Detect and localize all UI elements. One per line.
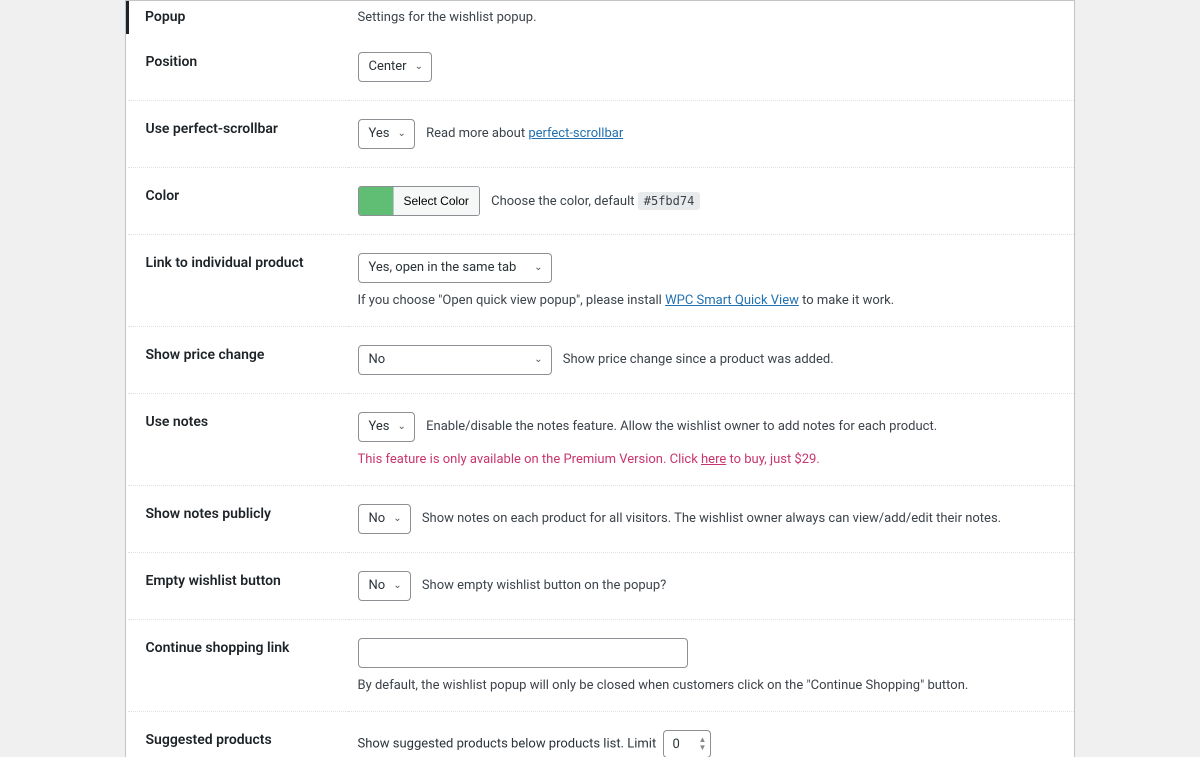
select-link-product[interactable]: Yes, open in the same tab ⌄	[358, 253, 552, 283]
link-premium-here[interactable]: here	[701, 452, 726, 467]
desc-use-notes: Enable/disable the notes feature. Allow …	[426, 419, 937, 434]
desc-continue-link: By default, the wishlist popup will only…	[358, 678, 1055, 693]
select-price-change-value: No	[369, 351, 386, 369]
desc-link-product: If you choose "Open quick view popup", p…	[358, 293, 1055, 308]
section-description: Settings for the wishlist popup.	[348, 1, 1075, 34]
select-empty-button[interactable]: No ⌄	[358, 571, 411, 601]
desc-color: Choose the color, default #5fbd74	[491, 194, 700, 209]
label-empty-button: Empty wishlist button	[128, 553, 348, 620]
suggested-limit-value: 0	[672, 737, 690, 752]
row-empty-button: Empty wishlist button No ⌄ Show empty wi…	[128, 553, 1075, 620]
section-title: Popup	[128, 1, 348, 34]
row-link-product: Link to individual product Yes, open in …	[128, 235, 1075, 327]
row-color: Color Select Color Choose the color, def…	[128, 168, 1075, 235]
select-link-product-value: Yes, open in the same tab	[369, 259, 517, 277]
row-suggested: Suggested products Show suggested produc…	[128, 712, 1075, 757]
label-position: Position	[128, 34, 348, 101]
desc-suggested: Show suggested products below products l…	[358, 737, 657, 752]
number-stepper-icon[interactable]: ▲▼	[698, 736, 706, 752]
desc-notes-public: Show notes on each product for all visit…	[422, 511, 1001, 526]
label-color: Color	[128, 168, 348, 235]
label-price-change: Show price change	[128, 327, 348, 394]
row-position: Position Center ⌄	[128, 34, 1075, 101]
label-continue-link: Continue shopping link	[128, 620, 348, 712]
color-swatch	[359, 187, 393, 215]
label-use-notes: Use notes	[128, 394, 348, 486]
section-heading: Popup Settings for the wishlist popup.	[128, 1, 1075, 34]
select-color-button[interactable]: Select Color	[393, 187, 479, 215]
row-price-change: Show price change No ⌄ Show price change…	[128, 327, 1075, 394]
row-use-notes: Use notes Yes ⌄ Enable/disable the notes…	[128, 394, 1075, 486]
chevron-down-icon: ⌄	[398, 420, 406, 434]
row-continue-link: Continue shopping link By default, the w…	[128, 620, 1075, 712]
link-perfect-scrollbar[interactable]: perfect-scrollbar	[528, 126, 623, 141]
select-use-notes-value: Yes	[369, 418, 390, 436]
select-perfect-scrollbar-value: Yes	[369, 125, 390, 143]
label-perfect-scrollbar: Use perfect-scrollbar	[128, 101, 348, 168]
chevron-down-icon: ⌄	[393, 512, 401, 526]
select-empty-button-value: No	[369, 577, 386, 595]
desc-price-change: Show price change since a product was ad…	[563, 352, 834, 367]
row-perfect-scrollbar: Use perfect-scrollbar Yes ⌄ Read more ab…	[128, 101, 1075, 168]
chevron-down-icon: ⌄	[415, 60, 423, 74]
input-continue-link[interactable]	[358, 638, 688, 668]
premium-notice: This feature is only available on the Pr…	[358, 452, 1055, 467]
select-position[interactable]: Center ⌄	[358, 52, 432, 82]
chevron-down-icon: ⌄	[393, 579, 401, 593]
chevron-down-icon: ⌄	[534, 261, 542, 275]
chevron-down-icon: ⌄	[398, 127, 406, 141]
link-wpc-quick-view[interactable]: WPC Smart Quick View	[665, 293, 799, 308]
select-perfect-scrollbar[interactable]: Yes ⌄	[358, 119, 415, 149]
row-notes-public: Show notes publicly No ⌄ Show notes on e…	[128, 486, 1075, 553]
label-link-product: Link to individual product	[128, 235, 348, 327]
desc-empty-button: Show empty wishlist button on the popup?	[422, 578, 666, 593]
select-price-change[interactable]: No ⌄	[358, 345, 552, 375]
label-suggested: Suggested products	[128, 712, 348, 757]
desc-perfect-scrollbar: Read more about perfect-scrollbar	[426, 126, 623, 141]
label-notes-public: Show notes publicly	[128, 486, 348, 553]
select-notes-public[interactable]: No ⌄	[358, 504, 411, 534]
select-position-value: Center	[369, 58, 407, 76]
color-default-code: #5fbd74	[638, 192, 701, 210]
select-notes-public-value: No	[369, 510, 386, 528]
chevron-down-icon: ⌄	[534, 353, 542, 367]
select-use-notes[interactable]: Yes ⌄	[358, 412, 415, 442]
color-picker[interactable]: Select Color	[358, 186, 480, 216]
input-suggested-limit[interactable]: 0 ▲▼	[663, 730, 711, 757]
